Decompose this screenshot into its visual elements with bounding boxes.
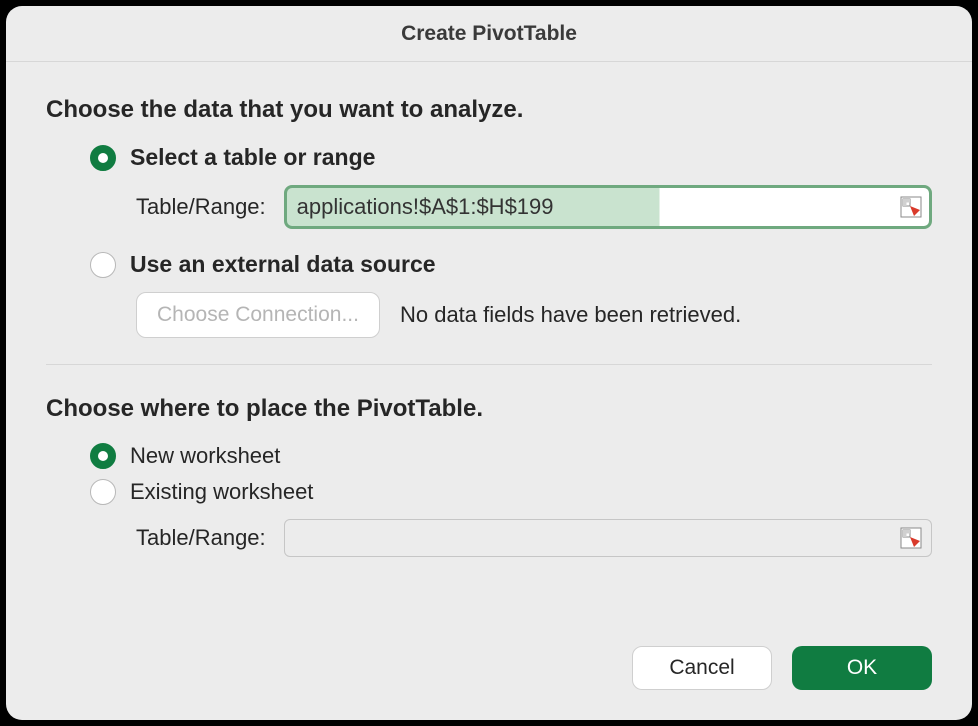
ok-button[interactable]: OK (792, 646, 932, 690)
choose-connection-row: Choose Connection... No data fields have… (136, 292, 932, 338)
placement-range-label: Table/Range: (136, 525, 266, 551)
dialog-title: Create PivotTable (401, 22, 577, 46)
range-picker-icon[interactable] (900, 196, 922, 218)
radio-existing-worksheet[interactable] (90, 479, 116, 505)
source-range-input[interactable] (284, 185, 932, 229)
source-range-input-wrap (284, 185, 932, 229)
option-existing-worksheet-label: Existing worksheet (130, 479, 313, 505)
placement-range-input-wrap (284, 519, 932, 557)
radio-external-source[interactable] (90, 252, 116, 278)
cancel-button[interactable]: Cancel (632, 646, 772, 690)
dialog-footer: Cancel OK (6, 632, 972, 720)
option-select-range[interactable]: Select a table or range (90, 144, 932, 171)
no-fields-text: No data fields have been retrieved. (400, 302, 741, 328)
radio-select-range[interactable] (90, 145, 116, 171)
option-select-range-label: Select a table or range (130, 144, 375, 171)
choose-connection-button: Choose Connection... (136, 292, 380, 338)
section-divider (46, 364, 932, 365)
option-external-source-label: Use an external data source (130, 251, 436, 278)
source-heading: Choose the data that you want to analyze… (46, 96, 932, 124)
option-new-worksheet-label: New worksheet (130, 443, 280, 469)
range-picker-icon[interactable] (900, 527, 922, 549)
option-existing-worksheet[interactable]: Existing worksheet (90, 479, 932, 505)
placement-heading: Choose where to place the PivotTable. (46, 395, 932, 423)
option-external-source[interactable]: Use an external data source (90, 251, 932, 278)
source-range-field-row: Table/Range: (136, 185, 932, 229)
placement-range-input (284, 519, 932, 557)
source-range-label: Table/Range: (136, 194, 266, 220)
radio-new-worksheet[interactable] (90, 443, 116, 469)
dialog-body: Choose the data that you want to analyze… (6, 62, 972, 632)
option-new-worksheet[interactable]: New worksheet (90, 443, 932, 469)
placement-range-field-row: Table/Range: (136, 519, 932, 557)
create-pivottable-dialog: Create PivotTable Choose the data that y… (6, 6, 972, 720)
dialog-titlebar: Create PivotTable (6, 6, 972, 62)
